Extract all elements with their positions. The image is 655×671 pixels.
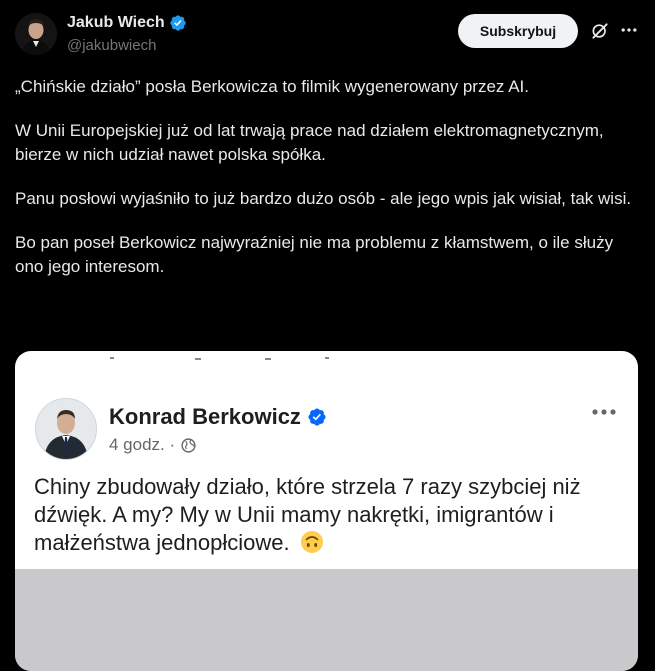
embedded-post-text: Chiny zbudowały działo, które strzela 7 …: [34, 473, 619, 557]
verified-badge-icon: [169, 15, 186, 31]
cropped-text-remnant: [110, 357, 329, 360]
embedded-author-name-text: Konrad Berkowicz: [109, 404, 301, 429]
more-options-icon[interactable]: [619, 20, 639, 40]
post-paragraph: Panu posłowi wyjaśniło to już bardzo duż…: [15, 189, 632, 208]
embedded-post-media: [15, 569, 638, 671]
embedded-more-options-icon: [592, 409, 616, 415]
author-handle[interactable]: @jakubwiech: [67, 37, 156, 54]
upside-down-face-emoji-icon: [300, 531, 323, 553]
embedded-author-name: Konrad Berkowicz: [109, 404, 327, 430]
facebook-verified-icon: [308, 408, 326, 426]
embedded-author-avatar: [35, 398, 97, 460]
subscribe-button[interactable]: Subskrybuj: [458, 14, 578, 48]
post-header: Jakub Wiech @jakubwiech Subskrybuj: [0, 0, 655, 70]
embedded-post-time-text: 4 godz. ·: [109, 435, 176, 454]
post-paragraph: Bo pan poseł Berkowicz najwyraźniej nie …: [15, 233, 614, 276]
post-paragraph: „Chińskie działo” posła Berkowicza to fi…: [15, 77, 529, 96]
author-name[interactable]: Jakub Wiech: [67, 14, 187, 32]
embedded-post-time: 4 godz. ·: [109, 435, 197, 455]
embedded-screenshot-card[interactable]: Konrad Berkowicz 4 godz. · Chiny zbudowa…: [15, 351, 638, 671]
author-avatar[interactable]: [15, 13, 57, 55]
post-paragraph: W Unii Europejskiej już od lat trwają pr…: [15, 121, 604, 164]
author-name-text: Jakub Wiech: [67, 14, 165, 31]
post-body: „Chińskie działo” posła Berkowicza to fi…: [15, 75, 640, 299]
globe-icon: [181, 437, 196, 453]
grok-icon[interactable]: [590, 21, 610, 41]
